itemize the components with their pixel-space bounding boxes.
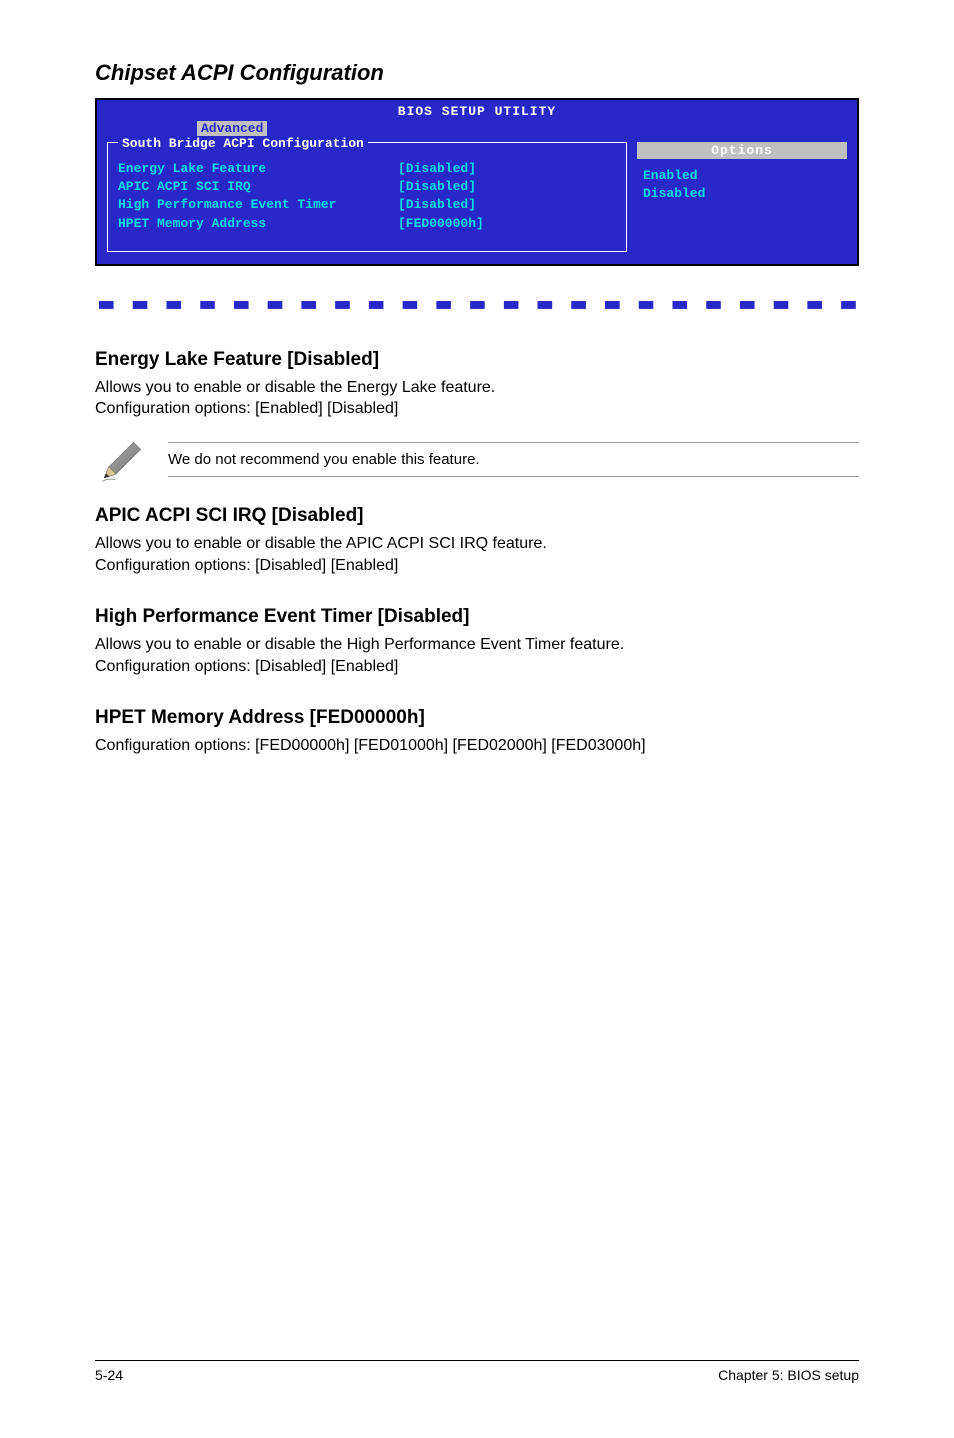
- bios-row: APIC ACPI SCI IRQ [Disabled]: [118, 178, 616, 196]
- page-footer: 5-24 Chapter 5: BIOS setup: [95, 1360, 859, 1383]
- options-header: Options: [637, 142, 847, 159]
- body-text: Allows you to enable or disable the Ener…: [95, 377, 859, 420]
- bios-right-pane: Options Enabled Disabled: [637, 142, 847, 252]
- bios-tab-advanced: Advanced: [197, 121, 267, 136]
- hpet-timer-heading: High Performance Event Timer [Disabled]: [95, 606, 859, 628]
- bios-header: BIOS SETUP UTILITY: [97, 100, 857, 121]
- text-line: Allows you to enable or disable the Ener…: [95, 379, 495, 396]
- text-line: Configuration options: [Enabled] [Disabl…: [95, 400, 398, 417]
- decorative-dashes: ▄▄▄▄▄▄▄▄▄▄▄▄▄▄▄▄▄▄▄▄▄▄▄▄▄▄▄▄▄▄▄▄▄▄▄▄▄▄▄▄…: [95, 294, 859, 309]
- body-text: Configuration options: [FED00000h] [FED0…: [95, 735, 859, 757]
- hpet-mem-heading: HPET Memory Address [FED00000h]: [95, 707, 859, 729]
- text-line: Allows you to enable or disable the High…: [95, 636, 624, 653]
- body-text: Allows you to enable or disable the APIC…: [95, 533, 859, 576]
- bios-row-value: [Disabled]: [398, 196, 616, 214]
- chapter-label: Chapter 5: BIOS setup: [718, 1367, 859, 1383]
- bios-row: HPET Memory Address [FED00000h]: [118, 215, 616, 233]
- bios-panel: BIOS SETUP UTILITY Advanced South Bridge…: [95, 98, 859, 266]
- options-list: Enabled Disabled: [637, 167, 847, 203]
- bios-row-value: [Disabled]: [398, 160, 616, 178]
- page-number: 5-24: [95, 1367, 123, 1383]
- bios-body: South Bridge ACPI Configuration Energy L…: [97, 142, 857, 264]
- section-title: Chipset ACPI Configuration: [95, 60, 859, 86]
- bios-row: High Performance Event Timer [Disabled]: [118, 196, 616, 214]
- bios-left-pane: South Bridge ACPI Configuration Energy L…: [107, 142, 627, 252]
- apic-heading: APIC ACPI SCI IRQ [Disabled]: [95, 505, 859, 527]
- text-line: Configuration options: [Disabled] [Enabl…: [95, 557, 398, 574]
- bios-row-label: APIC ACPI SCI IRQ: [118, 178, 398, 196]
- text-line: Configuration options: [Disabled] [Enabl…: [95, 658, 398, 675]
- bios-row: Energy Lake Feature [Disabled]: [118, 160, 616, 178]
- option-item: Disabled: [643, 185, 847, 203]
- pencil-icon: [95, 432, 150, 487]
- bios-row-value: [Disabled]: [398, 178, 616, 196]
- text-line: Configuration options: [FED00000h] [FED0…: [95, 737, 646, 754]
- bios-row-value: [FED00000h]: [398, 215, 616, 233]
- note-text: We do not recommend you enable this feat…: [168, 442, 859, 477]
- bios-row-label: High Performance Event Timer: [118, 196, 398, 214]
- bios-row-label: Energy Lake Feature: [118, 160, 398, 178]
- option-item: Enabled: [643, 167, 847, 185]
- text-line: Allows you to enable or disable the APIC…: [95, 535, 547, 552]
- bios-panel-title: South Bridge ACPI Configuration: [118, 136, 368, 151]
- note-block: We do not recommend you enable this feat…: [95, 432, 859, 487]
- bios-row-label: HPET Memory Address: [118, 215, 398, 233]
- body-text: Allows you to enable or disable the High…: [95, 634, 859, 677]
- energy-lake-heading: Energy Lake Feature [Disabled]: [95, 349, 859, 371]
